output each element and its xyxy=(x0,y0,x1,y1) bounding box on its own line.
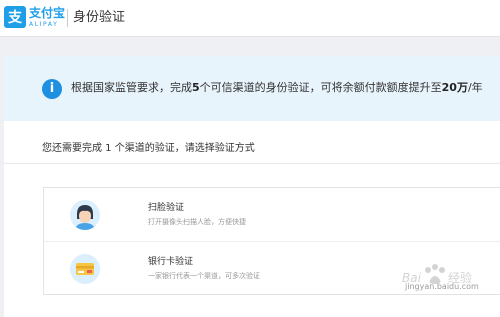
top-header: 支 支付宝 ALIPAY 身份验证 xyxy=(0,0,500,37)
method-title: 扫脸验证 xyxy=(148,203,185,213)
alipay-logo-icon[interactable]: 支 xyxy=(4,6,26,28)
method-description: 打开摄像头扫描人脸，方便快捷 xyxy=(148,218,246,226)
header-divider xyxy=(67,9,68,27)
notice-limit: 20万 xyxy=(441,81,468,94)
page-title: 身份验证 xyxy=(73,10,126,25)
svg-text:支: 支 xyxy=(7,9,23,26)
watermark-url: jingyan.baidu.com xyxy=(405,282,479,291)
logo-subtext: ALIPAY xyxy=(29,21,59,28)
method-description: 一家银行代表一个渠道，可多次验证 xyxy=(148,272,260,280)
section-divider xyxy=(4,163,500,164)
method-face-scan[interactable]: 扫脸验证 打开摄像头扫描人脸，方便快捷 xyxy=(44,188,500,241)
logo-text: 支付宝 xyxy=(29,6,66,20)
info-icon: i xyxy=(42,79,62,99)
verification-prompt: 您还需要完成 1 个渠道的验证，请选择验证方式 xyxy=(42,143,255,154)
method-title: 银行卡验证 xyxy=(148,257,194,267)
bank-card-icon xyxy=(70,254,100,284)
notice-count: 5 xyxy=(192,81,200,94)
baidu-watermark-logo: Bai 经验 xyxy=(402,264,472,285)
notice-text: 根据国家监管要求，完成5个可信渠道的身份验证，可将余额付款额度提升至20万/年 xyxy=(71,81,483,94)
face-scan-icon xyxy=(70,200,100,230)
